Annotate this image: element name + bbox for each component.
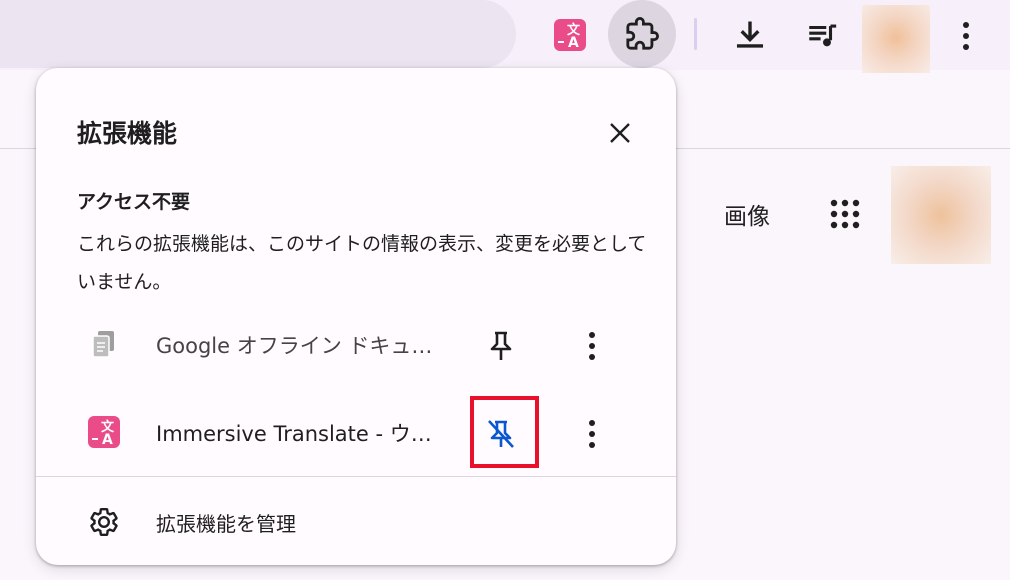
puzzle-piece-icon (626, 17, 659, 50)
close-button[interactable] (602, 115, 638, 151)
apps-button[interactable] (825, 194, 865, 234)
address-bar[interactable] (0, 0, 516, 68)
extension-row-google-docs-offline[interactable]: Google オフライン ドキュ… (36, 314, 676, 374)
apps-grid-icon (830, 199, 860, 229)
images-link[interactable]: 画像 (724, 197, 770, 231)
download-button[interactable] (730, 16, 770, 56)
popup-divider (36, 476, 676, 477)
immersive-translate-icon[interactable]: 文 A (553, 18, 587, 52)
extension-name: Google オフライン ドキュ… (156, 334, 433, 358)
popup-title: 拡張機能 (77, 119, 178, 148)
close-icon (610, 123, 630, 143)
vertical-dots-icon (963, 22, 969, 50)
download-icon (736, 21, 764, 48)
pin-button[interactable] (481, 326, 521, 366)
pin-icon (490, 331, 512, 360)
manage-extensions-label: 拡張機能を管理 (156, 512, 296, 536)
section-description: これらの拡張機能は、このサイトの情報の表示、変更を必要としていません。 (77, 233, 647, 293)
vertical-dots-icon (589, 332, 595, 360)
queue-music-icon (809, 24, 837, 47)
extension-name: Immersive Translate - ウ… (156, 422, 432, 446)
extensions-button[interactable] (608, 0, 676, 68)
media-controls-button[interactable] (802, 16, 842, 56)
vertical-dots-icon (589, 420, 595, 448)
extensions-popup: 拡張機能 アクセス不要 これらの拡張機能は、このサイトの情報の表示、変更を必要と… (36, 68, 676, 565)
account-avatar[interactable] (891, 166, 991, 264)
gear-icon (86, 504, 122, 540)
browser-toolbar: 文 A (0, 0, 1010, 73)
highlight-annotation (470, 396, 539, 468)
svg-text:A: A (568, 35, 579, 51)
google-docs-offline-icon (86, 326, 122, 362)
browser-menu-button[interactable] (950, 16, 982, 56)
extension-more-button[interactable] (576, 326, 608, 366)
section-heading: アクセス不要 (77, 191, 191, 213)
manage-extensions-row[interactable]: 拡張機能を管理 (36, 492, 676, 548)
extension-row-immersive-translate[interactable]: 文 A Immersive Translate - ウ… (36, 402, 676, 462)
extension-more-button[interactable] (576, 414, 608, 454)
svg-text:A: A (102, 432, 113, 448)
toolbar-separator (694, 18, 697, 50)
profile-avatar[interactable] (862, 5, 930, 73)
immersive-translate-icon: 文 A (86, 414, 122, 450)
